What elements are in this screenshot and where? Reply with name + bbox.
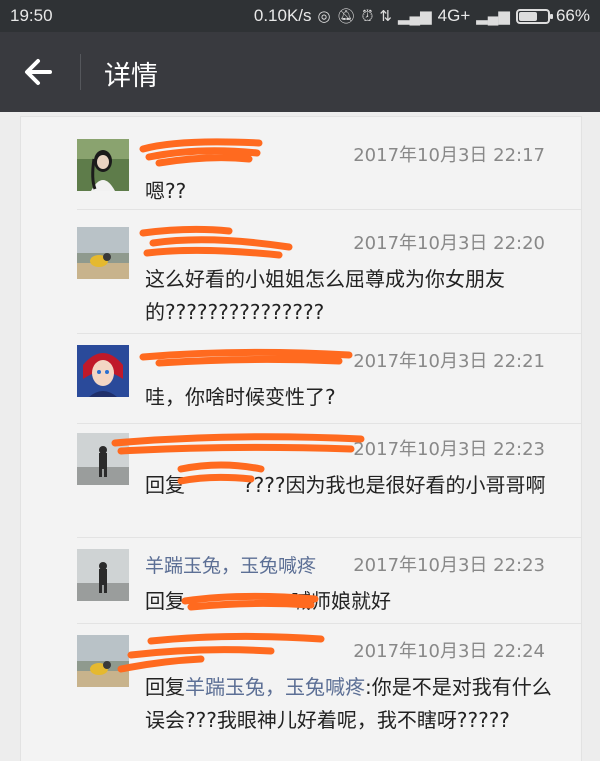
comment-text: 嗯?? — [145, 175, 565, 208]
avatar[interactable] — [77, 635, 129, 687]
arrow-left-icon — [25, 59, 52, 85]
comment-text: 回复 喊师娘就好 — [145, 585, 565, 618]
comment-text: 哇，你啥时候变性了? — [145, 381, 565, 414]
comment-divider — [77, 423, 581, 424]
battery-percent: 66% — [555, 6, 590, 25]
avatar[interactable] — [77, 549, 129, 601]
mute-icon: 🔕︎ — [336, 8, 356, 25]
redaction-scribble — [139, 348, 353, 367]
back-button[interactable] — [20, 54, 60, 90]
signal-icon-2: ▂▄▆ — [476, 8, 510, 25]
comment-item[interactable]: 2017年10月3日 22:23 回复 ????因为我也是很好看的小哥哥啊 — [21, 433, 581, 543]
comment-divider — [77, 537, 581, 538]
reply-prefix: 回复 — [145, 589, 185, 613]
network-type: 4G+ — [437, 6, 471, 25]
data-transfer-icon: ⇅ — [379, 8, 392, 25]
comment-divider — [77, 209, 581, 210]
status-icons: 0.10K/s ◎ 🔕︎ ⏰︎ ⇅ ▂▄▆ 4G+ ▂▄▆ 66% — [254, 6, 590, 26]
comment-time: 2017年10月3日 22:20 — [353, 233, 545, 254]
avatar-image — [77, 345, 129, 397]
comment-time: 2017年10月3日 22:23 — [353, 439, 545, 460]
comment-item[interactable]: 2017年10月3日 22:17 嗯?? — [21, 138, 581, 229]
avatar-image — [77, 549, 129, 601]
avatar[interactable] — [77, 227, 129, 279]
redaction-scribble — [139, 225, 293, 259]
reply-target-link[interactable]: 羊踹玉兔，玉兔喊疼 — [185, 675, 365, 699]
comment-item[interactable]: 2017年10月3日 22:21 哇，你啥时候变性了? — [21, 345, 581, 425]
comment-divider — [77, 333, 581, 334]
title-bar: 详情 — [0, 32, 600, 112]
avatar-image — [77, 139, 129, 191]
comment-time: 2017年10月3日 22:24 — [353, 641, 545, 662]
comment-item[interactable]: 2017年10月3日 22:24 回复羊踹玉兔，玉兔喊疼:你是不是对我有什么误会… — [21, 632, 581, 761]
avatar[interactable] — [77, 433, 129, 485]
reply-prefix: 回复 — [145, 675, 185, 699]
comment-time: 2017年10月3日 22:17 — [353, 145, 545, 166]
signal-icon: ▂▄▆ — [397, 8, 432, 25]
alarm-icon: ⏰︎ — [361, 7, 374, 25]
net-speed: 0.10K/s — [253, 6, 312, 25]
comment-body: ????因为我也是很好看的小哥哥啊 — [243, 473, 546, 497]
comment-time: 2017年10月3日 22:23 — [353, 555, 545, 576]
comment-body: 喊师娘就好 — [291, 589, 391, 613]
battery-icon — [515, 8, 553, 24]
comment-author[interactable]: 羊踹玉兔，玉兔喊疼 — [145, 551, 316, 578]
comment-body: 哇，你啥时候变性了? — [145, 385, 336, 409]
page-title: 详情 — [104, 61, 158, 92]
avatar-image — [77, 635, 129, 687]
comment-item[interactable]: 羊踹玉兔，玉兔喊疼 2017年10月3日 22:23 回复 喊师娘就好 — [21, 549, 581, 629]
comment-time: 2017年10月3日 22:21 — [353, 351, 545, 372]
avatar-image — [77, 433, 129, 485]
comment-text: 回复羊踹玉兔，玉兔喊疼:你是不是对我有什么误会???我眼神儿好着呢，我不瞎呀??… — [145, 671, 565, 737]
status-time: 19:50 — [10, 6, 53, 25]
avatar-image — [77, 227, 129, 279]
comment-text: 这么好看的小姐姐怎么屈尊成为你女朋友的??????????????? — [145, 263, 565, 329]
comment-text: 回复 ????因为我也是很好看的小哥哥啊 — [145, 469, 565, 502]
comments-panel[interactable]: 2017年10月3日 22:17 嗯?? 2017年10月3日 22:20 这么… — [20, 116, 582, 761]
comment-body: 嗯?? — [145, 179, 187, 203]
title-divider — [80, 54, 81, 90]
comment-body: 这么好看的小姐姐怎么屈尊成为你女朋友的??????????????? — [145, 267, 505, 324]
avatar[interactable] — [77, 139, 129, 191]
comment-divider — [77, 623, 581, 624]
nfc-icon: ◎ — [317, 8, 331, 25]
battery-fill — [518, 11, 537, 21]
avatar[interactable] — [77, 345, 129, 397]
status-bar: 19:50 0.10K/s ◎ 🔕︎ ⏰︎ ⇅ ▂▄▆ 4G+ ▂▄▆ 66% — [0, 0, 600, 32]
reply-prefix: 回复 — [145, 473, 185, 497]
comment-item[interactable]: 2017年10月3日 22:20 这么好看的小姐姐怎么屈尊成为你女朋友的????… — [21, 225, 581, 337]
redaction-scribble — [139, 138, 263, 167]
